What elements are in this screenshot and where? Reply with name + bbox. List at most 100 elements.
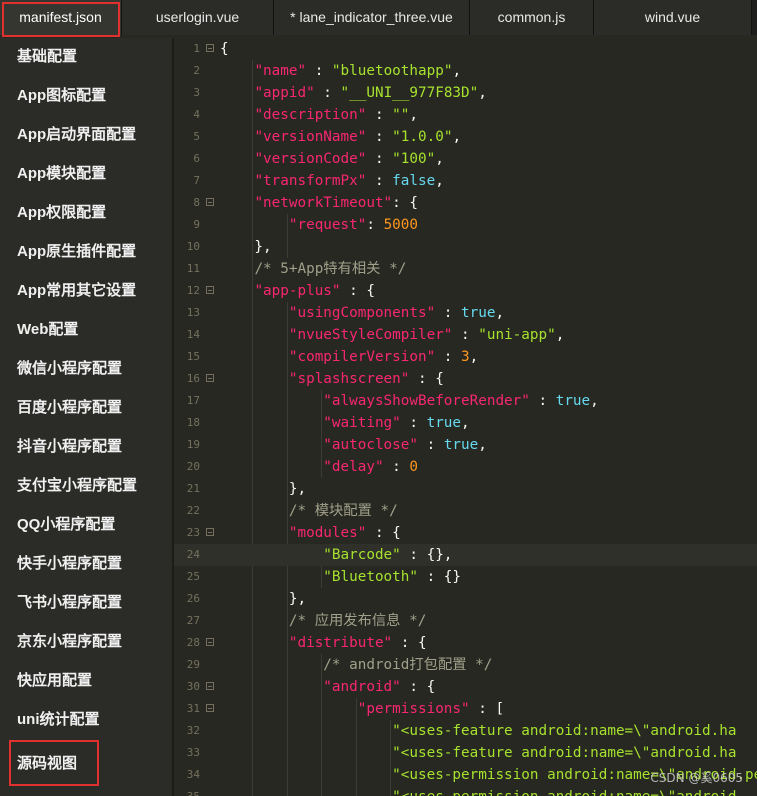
sidebar-item-douyin-mp-config[interactable]: 抖音小程序配置 (17, 432, 122, 462)
fold-toggle-icon[interactable] (206, 374, 214, 382)
code-token-p (220, 701, 358, 717)
code-line[interactable]: 26 }, (174, 588, 757, 610)
code-line[interactable]: 27 /* 应用发布信息 */ (174, 610, 757, 632)
code-editor[interactable]: 1{2 "name" : "bluetoothapp", 3 "appid" : … (174, 38, 757, 796)
sidebar-item-alipay-mp-config[interactable]: 支付宝小程序配置 (17, 471, 137, 501)
code-token-key: "description" (254, 107, 367, 123)
code-text: "transformPx" : false, (220, 170, 443, 192)
sidebar-item-web-config[interactable]: Web配置 (17, 315, 78, 345)
code-line[interactable]: 1{ (174, 38, 757, 60)
code-line[interactable]: 14 "nvueStyleCompiler" : "uni-app", (174, 324, 757, 346)
code-line[interactable]: 31 "permissions" : [ (174, 698, 757, 720)
code-line[interactable]: 32 "<uses-feature android:name=\"android… (174, 720, 757, 742)
code-line[interactable]: 9 "request": 5000 (174, 214, 757, 236)
sidebar-item-feishu-mp-config[interactable]: 飞书小程序配置 (17, 588, 122, 618)
line-number: 9 (193, 218, 200, 231)
code-line[interactable]: 20 "delay" : 0 (174, 456, 757, 478)
fold-toggle-icon[interactable] (206, 198, 214, 206)
fold-toggle-icon[interactable] (206, 638, 214, 646)
fold-toggle-icon[interactable] (206, 704, 214, 712)
code-token-key: "versionCode" (254, 151, 367, 167)
code-line[interactable]: 28 "distribute" : { (174, 632, 757, 654)
code-token-p: , (452, 129, 462, 145)
code-line[interactable]: 35 "<uses-permission android:name=\"andr… (174, 786, 757, 796)
fold-toggle-icon[interactable] (206, 286, 214, 294)
code-text: "compilerVersion" : 3, (220, 346, 478, 368)
code-token-p: : (435, 349, 462, 365)
code-line[interactable]: 19 "autoclose" : true, (174, 434, 757, 456)
tab-wind-vue[interactable]: wind.vue (594, 0, 752, 35)
code-text: "networkTimeout": { (220, 192, 418, 214)
sidebar-item-app-splash-config[interactable]: App启动界面配置 (17, 120, 136, 150)
code-token-str: "1.0.0" (392, 129, 453, 145)
code-token-str: "__UNI__977F83D" (340, 85, 479, 101)
code-token-str: "bluetoothapp" (331, 63, 453, 79)
code-line[interactable]: 18 "waiting" : true, (174, 412, 757, 434)
code-line[interactable]: 25 "Bluetooth" : {} (174, 566, 757, 588)
code-line[interactable]: 23 "modules" : { (174, 522, 757, 544)
fold-toggle-icon[interactable] (206, 44, 214, 52)
fold-toggle-icon[interactable] (206, 682, 214, 690)
code-token-com: /* 5+App特有相关 */ (254, 261, 407, 277)
code-token-p (220, 635, 289, 651)
code-line[interactable]: 8 "networkTimeout": { (174, 192, 757, 214)
sidebar-item-qq-mp-config[interactable]: QQ小程序配置 (17, 510, 115, 540)
active-tab-highlight-box (2, 2, 120, 37)
sidebar-item-basic-config[interactable]: 基础配置 (17, 42, 77, 72)
code-line[interactable]: 3 "appid" : "__UNI__977F83D", (174, 82, 757, 104)
code-token-p (220, 349, 289, 365)
code-line[interactable]: 2 "name" : "bluetoothapp", (174, 60, 757, 82)
sidebar-item-app-native-plugin-config[interactable]: App原生插件配置 (17, 237, 136, 267)
code-token-key: "alwaysShowBeforeRender" (323, 393, 530, 409)
code-token-key: "waiting" (323, 415, 401, 431)
code-line[interactable]: 17 "alwaysShowBeforeRender" : true, (174, 390, 757, 412)
code-token-key: "versionName" (254, 129, 367, 145)
code-line[interactable]: 33 "<uses-feature android:name=\"android… (174, 742, 757, 764)
tab-label: * lane_indicator_three.vue (290, 9, 453, 25)
sidebar-item-app-module-config[interactable]: App模块配置 (17, 159, 106, 189)
line-number: 2 (193, 64, 200, 77)
code-line[interactable]: 21 }, (174, 478, 757, 500)
tab-common-js[interactable]: common.js (470, 0, 594, 35)
code-line-current[interactable]: 24 "Barcode" : {}, (174, 544, 757, 566)
code-line[interactable]: 5 "versionName" : "1.0.0", (174, 126, 757, 148)
code-token-num: 0 (409, 459, 418, 475)
sidebar-item-kuaishou-mp-config[interactable]: 快手小程序配置 (17, 549, 122, 579)
code-token-p: }, (220, 481, 307, 497)
line-number: 24 (186, 548, 200, 561)
sidebar-item-app-other-settings[interactable]: App常用其它设置 (17, 276, 136, 306)
code-token-key: "delay" (323, 459, 384, 475)
code-token-p: , (452, 63, 462, 79)
code-token-key: "app-plus" (254, 283, 341, 299)
code-line[interactable]: 22 /* 模块配置 */ (174, 500, 757, 522)
code-line[interactable]: 13 "usingComponents" : true, (174, 302, 757, 324)
code-line[interactable]: 10 }, (174, 236, 757, 258)
sidebar-item-weixin-mp-config[interactable]: 微信小程序配置 (17, 354, 122, 384)
sidebar-item-app-icon-config[interactable]: App图标配置 (17, 81, 106, 111)
sidebar-item-jd-mp-config[interactable]: 京东小程序配置 (17, 627, 122, 657)
code-line[interactable]: 11 /* 5+App特有相关 */ (174, 258, 757, 280)
code-line[interactable]: 30 "android" : { (174, 676, 757, 698)
code-token-p (220, 789, 392, 796)
line-number: 28 (186, 636, 200, 649)
tab-userlogin-vue[interactable]: userlogin.vue (122, 0, 274, 35)
sidebar-item-baidu-mp-config[interactable]: 百度小程序配置 (17, 393, 122, 423)
fold-toggle-icon[interactable] (206, 528, 214, 536)
sidebar-item-app-permission-config[interactable]: App权限配置 (17, 198, 106, 228)
sidebar-item-uni-stat-config[interactable]: uni统计配置 (17, 705, 100, 735)
code-text: "modules" : { (220, 522, 401, 544)
sidebar-item-quickapp-config[interactable]: 快应用配置 (17, 666, 92, 696)
code-text: }, (220, 478, 306, 500)
code-line[interactable]: 7 "transformPx" : false, (174, 170, 757, 192)
code-token-bool: true (426, 415, 462, 431)
code-line[interactable]: 6 "versionCode" : "100", (174, 148, 757, 170)
code-line[interactable]: 16 "splashscreen" : { (174, 368, 757, 390)
code-line[interactable]: 4 "description" : "", (174, 104, 757, 126)
tab-lane-indicator-three-vue[interactable]: * lane_indicator_three.vue (274, 0, 470, 35)
tab-label: userlogin.vue (155, 9, 240, 25)
code-token-key: "name" (254, 63, 307, 79)
code-line[interactable]: 15 "compilerVersion" : 3, (174, 346, 757, 368)
code-text: "appid" : "__UNI__977F83D", (220, 82, 486, 104)
code-line[interactable]: 12 "app-plus" : { (174, 280, 757, 302)
code-line[interactable]: 29 /* android打包配置 */ (174, 654, 757, 676)
